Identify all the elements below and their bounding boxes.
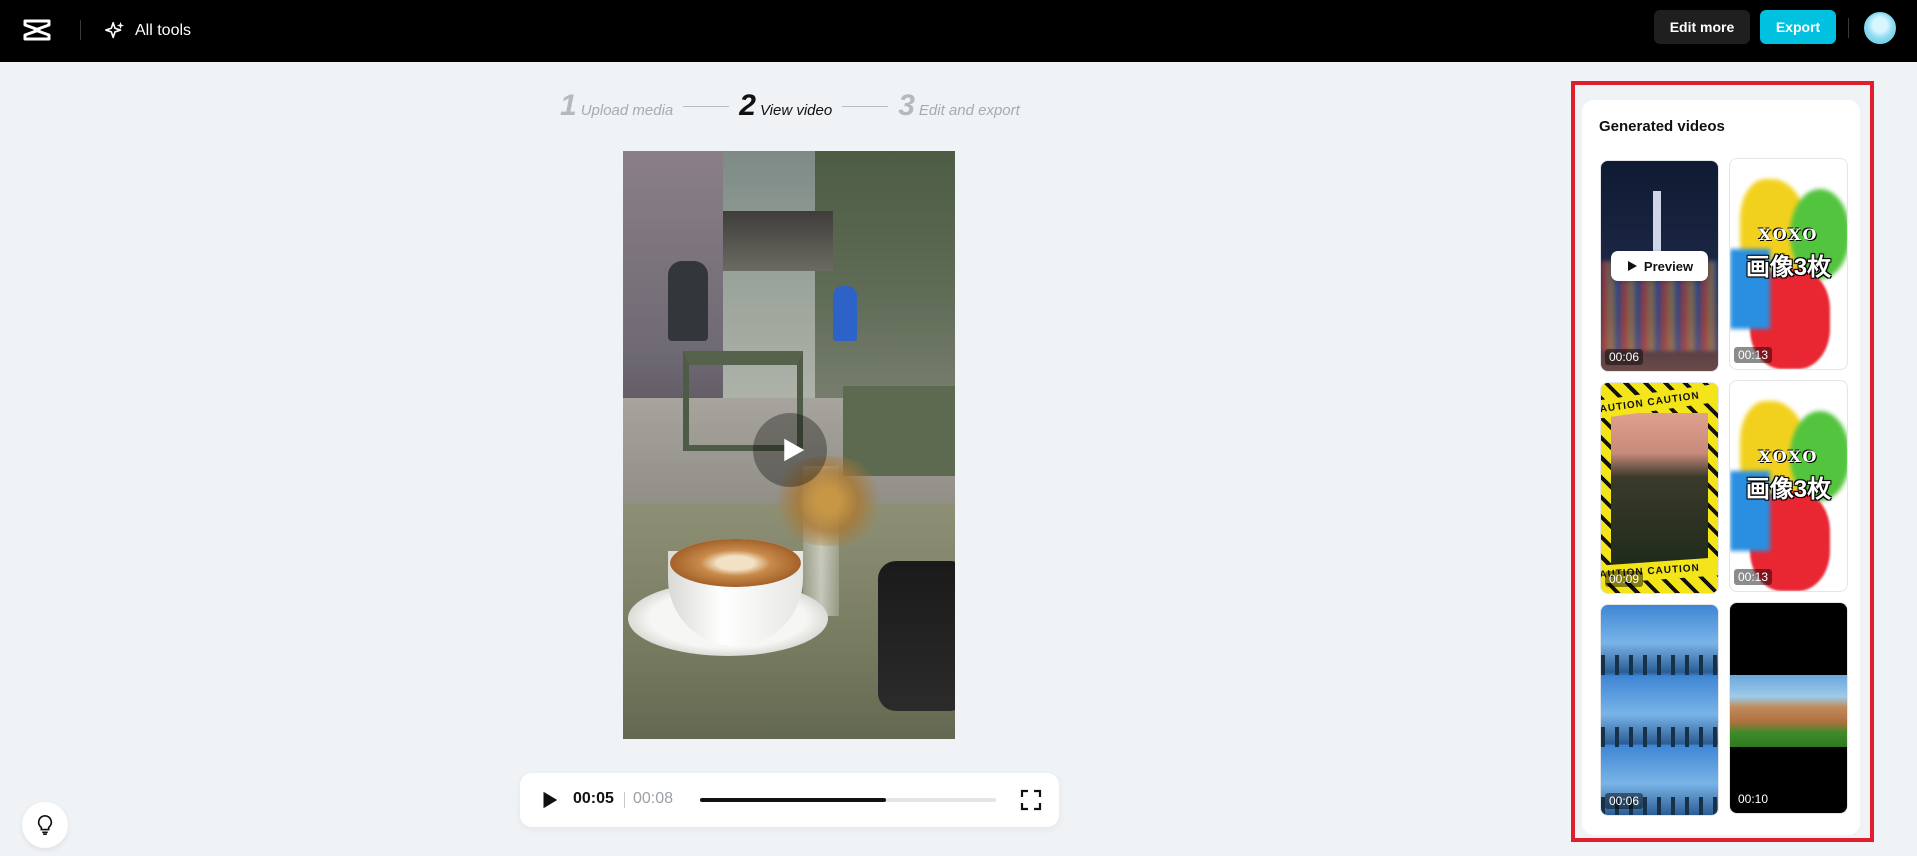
step-edit-and-export: 3 Edit and export [898, 91, 1020, 121]
video-scene [670, 539, 801, 587]
header-divider [80, 20, 81, 40]
player-controls: 00:05 00:08 [520, 773, 1059, 827]
step-connector [683, 105, 730, 107]
fullscreen-icon[interactable] [1019, 788, 1043, 812]
edit-more-button[interactable]: Edit more [1654, 10, 1750, 44]
time-separator [624, 792, 625, 808]
progress-bar[interactable] [700, 798, 996, 802]
lightbulb-icon [37, 815, 53, 835]
progress-bar-fill [700, 798, 887, 802]
step-label: View video [759, 102, 833, 119]
play-icon[interactable] [538, 789, 560, 811]
top-bar: All tools Edit more Export [0, 0, 1917, 62]
play-icon [784, 438, 805, 462]
video-scene [878, 561, 955, 711]
step-number: 2 [739, 89, 756, 122]
video-play-button[interactable] [753, 413, 827, 487]
step-label: Edit and export [918, 102, 1020, 119]
sparkle-icon [105, 21, 125, 39]
step-view-video: 2 View video [739, 91, 832, 121]
highlight-frame [1571, 81, 1874, 842]
step-upload-media: 1 Upload media [560, 91, 673, 121]
capcut-logo-icon[interactable] [22, 15, 52, 45]
all-tools-button[interactable]: All tools [104, 16, 191, 46]
step-connector [842, 105, 889, 107]
step-label: Upload media [580, 102, 674, 119]
user-avatar[interactable] [1864, 12, 1896, 44]
total-time: 00:08 [633, 790, 674, 807]
export-button[interactable]: Export [1760, 10, 1836, 44]
tips-button[interactable] [22, 802, 68, 848]
step-number: 3 [898, 89, 915, 122]
step-number: 1 [560, 89, 577, 122]
progress-stepper: 1 Upload media 2 View video 3 Edit and e… [560, 88, 1020, 124]
header-divider-right [1848, 18, 1849, 38]
current-time: 00:05 [573, 790, 614, 807]
video-scene [833, 286, 857, 341]
video-scene [668, 261, 708, 341]
all-tools-label: All tools [135, 22, 192, 39]
video-scene [723, 211, 833, 271]
